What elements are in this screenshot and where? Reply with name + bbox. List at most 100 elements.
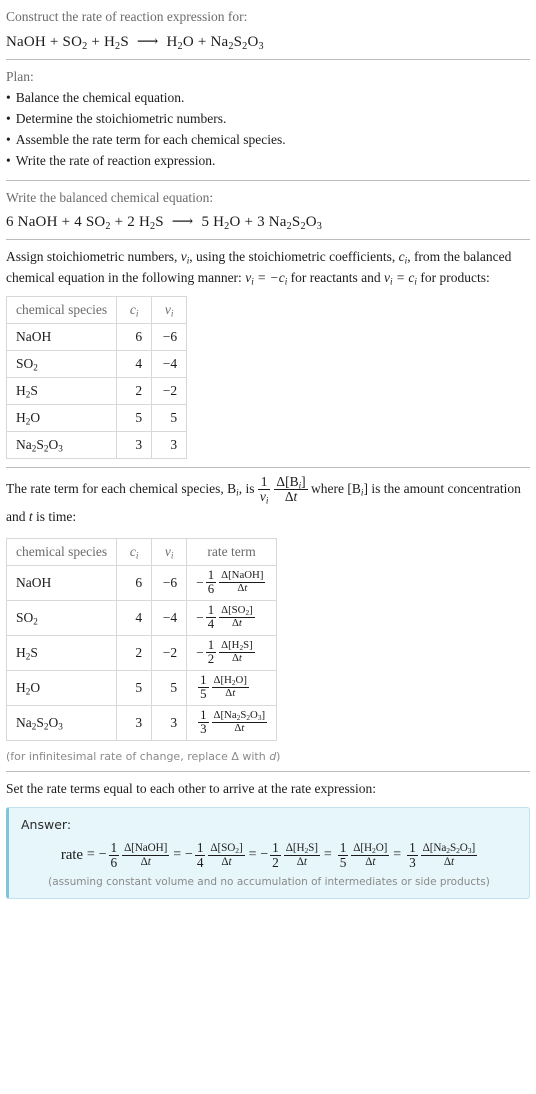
- sign: −: [98, 847, 107, 863]
- header-chemical-species: chemical species: [5, 295, 118, 324]
- header-nu-i: νi: [151, 537, 188, 566]
- formula-h2o: H2O: [166, 33, 194, 52]
- coefficient: 3: [257, 214, 265, 231]
- formula-one-over-nu: 1 νi: [257, 473, 271, 506]
- table-row: NaOH 6 −6 −1 6 Δ[NaOH] Δt: [5, 564, 278, 601]
- plan-step: Write the rate of reaction expression.: [6, 151, 530, 172]
- symbol-nu-i: νi: [180, 249, 190, 266]
- cell-species: H2O: [5, 669, 118, 706]
- header-c-i: ci: [116, 295, 153, 324]
- cell-nu: −4: [151, 349, 188, 378]
- reaction-arrow-icon: ⟶: [171, 214, 194, 231]
- plan-step: Determine the stoichiometric numbers.: [6, 109, 530, 130]
- coefficient-fraction: 16: [205, 567, 217, 597]
- cell-species: NaOH: [5, 564, 118, 601]
- reaction-arrow-icon: ⟶: [136, 33, 159, 50]
- table-row: NaOH 6 −6: [5, 322, 188, 351]
- plan-section: Plan: Balance the chemical equation. Det…: [6, 60, 530, 180]
- cell-species: NaOH: [5, 322, 118, 351]
- table-header-row: chemical species ci νi: [5, 295, 188, 324]
- coefficient: 4: [74, 214, 82, 231]
- cell-species: SO2: [5, 599, 118, 636]
- coefficient-fraction: 13: [198, 707, 209, 737]
- table-row: H2S 2 −2: [5, 376, 188, 405]
- header-rate-term: rate term: [186, 537, 278, 566]
- cell-species: Na2S2O3: [5, 704, 118, 741]
- formula-delta-b-over-delta-t: Δ[Bi] Δt: [274, 473, 308, 505]
- cell-c: 4: [116, 349, 153, 378]
- rateterm-text-2: , is: [238, 480, 258, 496]
- answer-box: Answer: rate = −1 6 Δ[NaOH] Δt = −1 4 Δ[SO2] Δt = −1…: [6, 806, 530, 899]
- cell-c: 2: [116, 634, 153, 671]
- plan-label: Plan:: [6, 68, 34, 84]
- cell-rate-term: −1 6 Δ[NaOH] Δt: [186, 564, 278, 601]
- cell-rate-term: 1 3 Δ[Na2S2O3] Δt: [186, 704, 278, 741]
- delta-fraction: Δ[NaOH] Δt: [122, 842, 170, 868]
- stoichiometric-table: chemical species ci νi NaOH 6 −6 SO2 4 −…: [5, 295, 188, 459]
- rateterm-description: The rate term for each chemical species,…: [6, 473, 530, 530]
- cell-species: H2S: [5, 634, 118, 671]
- cell-c: 5: [116, 403, 153, 432]
- assign-text-4: for reactants and: [287, 269, 384, 285]
- formula-h2s: H2S: [103, 33, 129, 52]
- cell-nu: 5: [151, 669, 188, 706]
- cell-nu: 3: [151, 704, 188, 741]
- prompt-label: Construct the rate of reaction expressio…: [6, 9, 248, 24]
- rate-table-footnote: (for infinitesimal rate of change, repla…: [6, 749, 281, 763]
- delta-fraction: Δ[H2S] Δt: [283, 842, 320, 868]
- coefficient: 2: [127, 214, 135, 231]
- delta-fraction: Δ[H2O] Δt: [351, 842, 390, 868]
- table-row: Na2S2O3 3 3: [5, 430, 188, 459]
- symbol-bracket-b-i: [Bi]: [347, 480, 368, 498]
- prompt-equation: NaOH + SO2 + H2S ⟶ H2O + Na2S2O3: [6, 33, 264, 52]
- cell-nu: 5: [151, 403, 188, 432]
- assign-text-5: for products:: [416, 269, 490, 285]
- table-row: SO2 4 −4 −1 4 Δ[SO2] Δt: [5, 599, 278, 636]
- sign: −: [196, 574, 204, 590]
- sign: −: [196, 644, 204, 660]
- cell-species: H2O: [5, 403, 118, 432]
- cell-rate-term: 1 5 Δ[H2O] Δt: [186, 669, 278, 706]
- header-chemical-species: chemical species: [5, 537, 118, 566]
- balanced-label: Write the balanced chemical equation:: [6, 189, 214, 205]
- balanced-section: Write the balanced chemical equation: 6 …: [6, 181, 530, 240]
- cell-nu: −2: [151, 634, 188, 671]
- cell-species: Na2S2O3: [5, 430, 118, 459]
- formula-so2: SO2: [62, 33, 88, 52]
- rateterm-text-1: The rate term for each chemical species,: [6, 480, 228, 496]
- cell-nu: 3: [151, 430, 188, 459]
- coefficient: 6: [6, 214, 14, 231]
- coefficient-fraction: 14: [205, 602, 217, 632]
- cell-rate-term: −1 4 Δ[SO2] Δt: [186, 599, 278, 636]
- coefficient-fraction: 13: [407, 839, 418, 870]
- header-nu-i: νi: [151, 295, 188, 324]
- answer-title: Answer:: [21, 816, 72, 832]
- formula-h2s: H2S: [138, 214, 164, 233]
- coefficient-fraction: 12: [205, 637, 217, 667]
- plan-step: Balance the chemical equation.: [6, 88, 530, 109]
- plan-step: Assemble the rate term for each chemical…: [6, 130, 530, 151]
- answer-footnote: (assuming constant volume and no accumul…: [48, 875, 490, 888]
- assign-section: Assign stoichiometric numbers, νi, using…: [5, 240, 530, 467]
- cell-c: 6: [116, 322, 153, 351]
- delta-fraction: Δ[H2S] Δt: [219, 639, 255, 665]
- coefficient-fraction: 16: [108, 839, 120, 870]
- table-row: H2O 5 5 1 5 Δ[H2O] Δt: [5, 669, 278, 706]
- delta-fraction: Δ[SO2] Δt: [208, 842, 245, 868]
- formula-naoh: NaOH: [17, 214, 58, 231]
- delta-fraction: Δ[SO2] Δt: [219, 604, 255, 630]
- cell-c: 3: [116, 704, 153, 741]
- cell-c: 3: [116, 430, 153, 459]
- formula-so2: SO2: [85, 214, 111, 233]
- cell-nu: −6: [151, 564, 188, 601]
- cell-nu: −6: [151, 322, 188, 351]
- conclusion-label: Set the rate terms equal to each other t…: [6, 780, 376, 796]
- formula-h2o: H2O: [213, 214, 241, 233]
- table-row: H2S 2 −2 −1 2 Δ[H2S] Δt: [5, 634, 278, 671]
- rule-products: νi = ci: [383, 269, 417, 287]
- table-row: H2O 5 5: [5, 403, 188, 432]
- formula-naoh: NaOH: [6, 33, 46, 50]
- symbol-b-i: Bi: [227, 480, 239, 498]
- answer-expression: rate = −1 6 Δ[NaOH] Δt = −1 4 Δ[SO2] Δt = −1 2 Δ[H2S] Δ…: [60, 839, 478, 870]
- rateterm-text-3: where: [307, 480, 348, 496]
